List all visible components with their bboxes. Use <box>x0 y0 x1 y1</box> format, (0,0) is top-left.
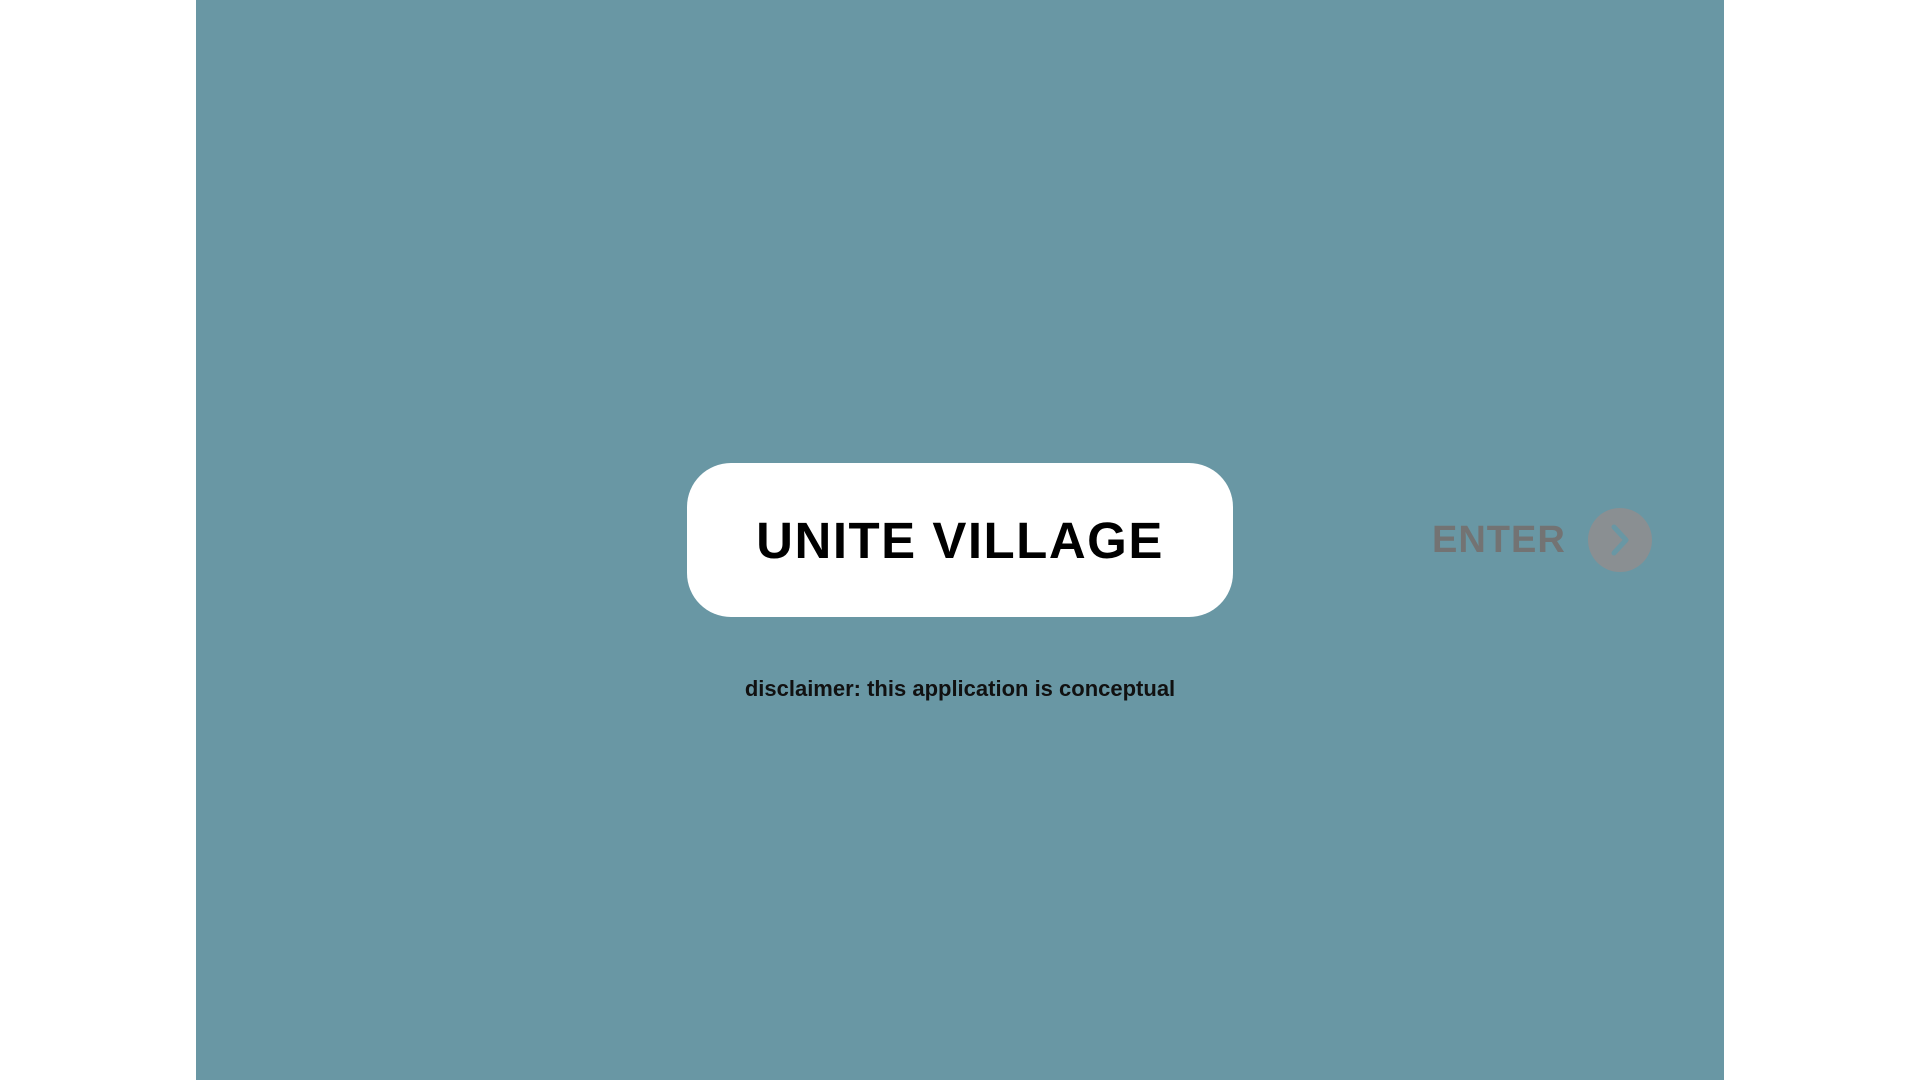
page: UNITE VILLAGE disclaimer: this applicati… <box>0 0 1920 1080</box>
disclaimer-text: disclaimer: this application is conceptu… <box>744 676 1176 701</box>
app-title-pill: UNITE VILLAGE <box>687 463 1233 617</box>
app-title: UNITE VILLAGE <box>756 511 1164 569</box>
enter-button[interactable]: ENTER <box>1432 508 1652 572</box>
enter-circle[interactable] <box>1587 508 1652 572</box>
chevron-right-icon <box>1611 524 1629 556</box>
splash-screen: UNITE VILLAGE disclaimer: this applicati… <box>196 0 1724 1080</box>
enter-label[interactable]: ENTER <box>1432 519 1566 562</box>
